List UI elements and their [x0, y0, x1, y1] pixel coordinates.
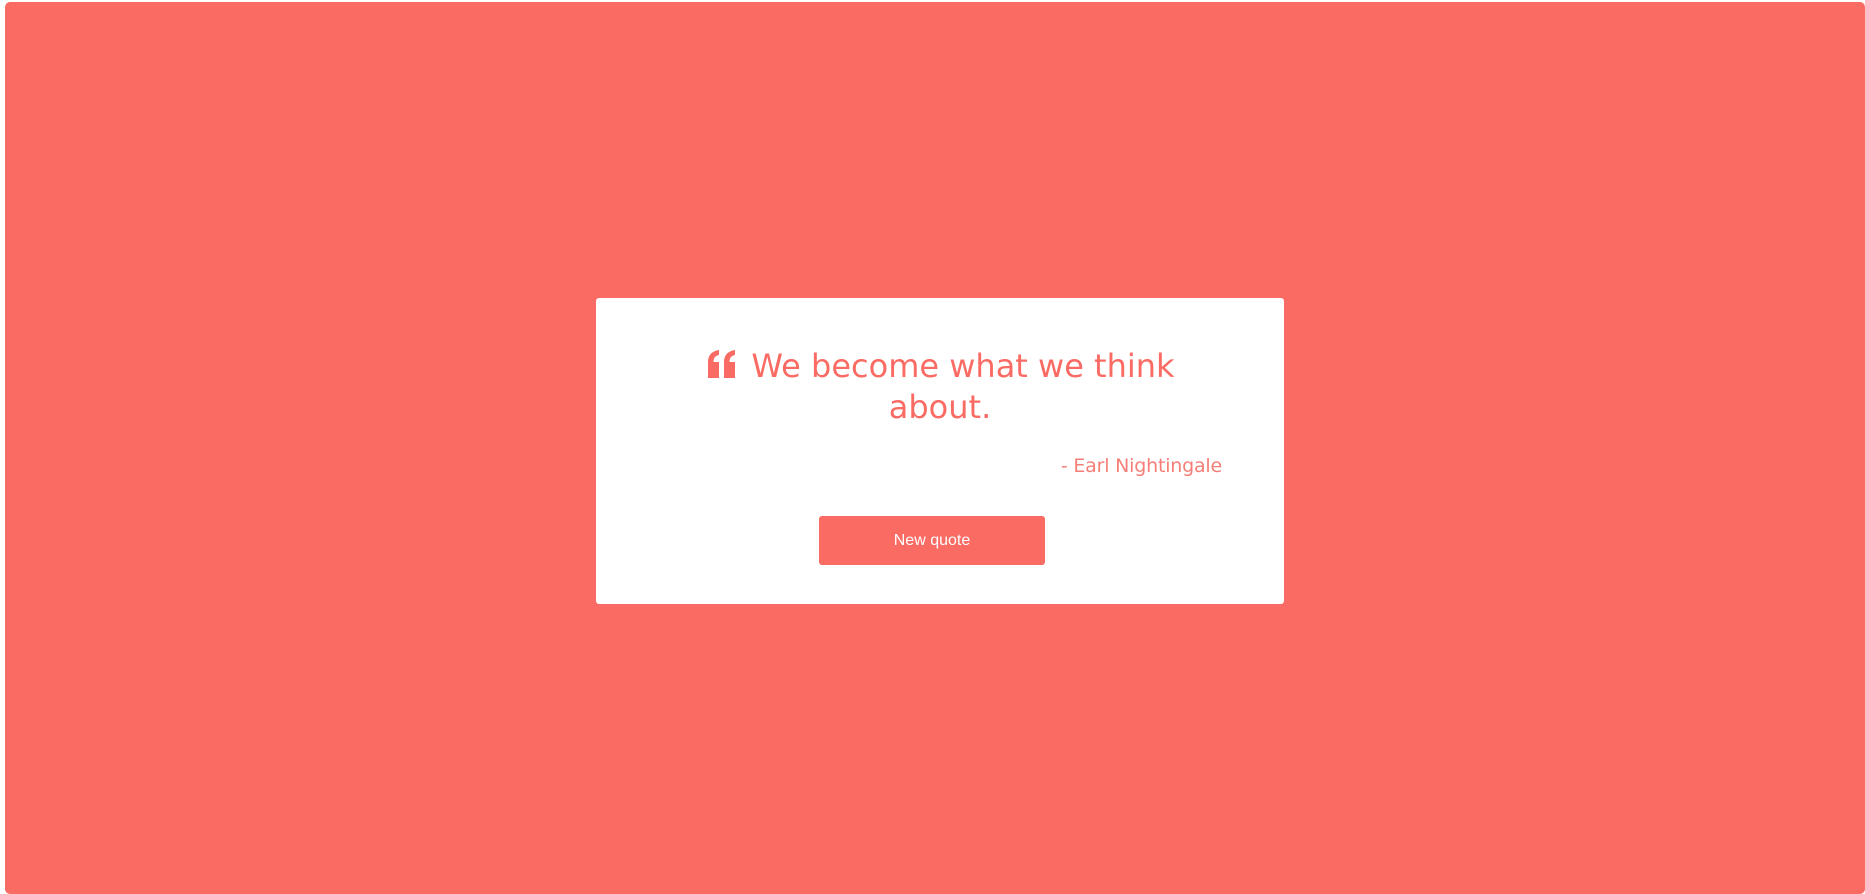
quote-author: - Earl Nightingale — [1060, 455, 1222, 477]
quote-box: We become what we think about. - Earl Ni… — [596, 298, 1284, 604]
quote-text-container: We become what we think about. — [596, 346, 1284, 428]
quote-left-icon — [705, 349, 739, 379]
quote-text: We become what we think about. — [751, 347, 1175, 426]
quote-text-wrapper: We become what we think about. — [690, 346, 1190, 428]
new-quote-button[interactable]: New quote — [819, 516, 1045, 565]
page-background: We become what we think about. - Earl Ni… — [5, 2, 1865, 894]
